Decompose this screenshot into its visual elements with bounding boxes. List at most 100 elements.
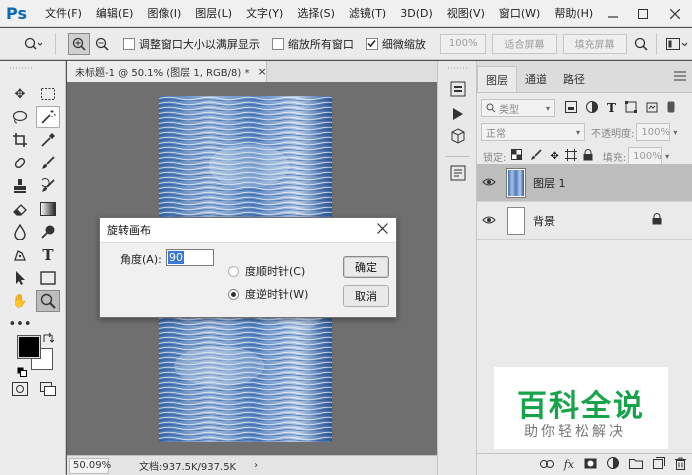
tab-paths[interactable]: 路径 [555,66,593,92]
lock-position-icon[interactable]: ✥ [550,151,558,162]
maximize-icon[interactable] [628,0,658,27]
filter-type-icon[interactable]: T [607,101,616,115]
scrubby-zoom-checkbox[interactable]: 细微缩放 [365,36,426,52]
opacity-field[interactable]: 100% [636,123,671,141]
default-colors-icon[interactable] [16,366,28,378]
filter-smart-object-icon[interactable] [646,101,658,116]
link-layers-icon[interactable] [539,458,554,471]
layer-row-layer1[interactable]: 图层 1 [477,164,692,202]
chevron-down-icon[interactable]: ▾ [673,128,677,137]
hand-tool-icon[interactable]: ✋ [8,290,32,312]
menu-filter[interactable]: 滤镜(T) [342,5,393,21]
filter-kind-dropdown[interactable]: 类型 ▾ [481,99,555,117]
ok-button[interactable]: 确定 [343,256,389,278]
clockwise-radio[interactable]: 度顺时针(C) [228,263,305,279]
menu-file[interactable]: 文件(F) [38,5,89,21]
panel-menu-icon[interactable] [674,71,686,84]
lock-artboard-icon[interactable] [564,148,577,164]
menu-layer[interactable]: 图层(L) [188,5,239,21]
menu-edit[interactable]: 编辑(E) [89,5,141,21]
rectangle-tool-icon[interactable] [36,267,60,289]
magic-wand-tool-icon[interactable] [36,106,60,128]
path-selection-tool-icon[interactable] [8,267,32,289]
angle-label: 角度(A): [120,253,162,266]
new-group-icon[interactable] [629,458,643,472]
menu-view[interactable]: 视图(V) [440,5,492,21]
tab-channels[interactable]: 通道 [517,66,555,92]
status-zoom-field[interactable]: 50.09% [69,457,111,474]
marquee-tool-icon[interactable] [36,83,60,105]
filter-shape-icon[interactable] [624,100,637,116]
layer-name[interactable]: 背景 [533,213,555,229]
menu-select[interactable]: 选择(S) [290,5,342,21]
healing-brush-tool-icon[interactable] [8,152,32,174]
workspace-switcher-icon[interactable] [663,33,692,55]
chevron-down-icon[interactable]: ▾ [665,152,669,161]
menu-help[interactable]: 帮助(H) [547,5,600,21]
lasso-tool-icon[interactable] [8,106,32,128]
fill-field[interactable]: 100% [628,147,663,165]
blur-tool-icon[interactable] [8,221,32,243]
resize-windows-checkbox[interactable]: 调整窗口大小以满屏显示 [122,36,260,52]
add-mask-icon[interactable] [584,458,597,472]
zoom-all-windows-checkbox[interactable]: 缩放所有窗口 [271,36,354,52]
new-layer-icon[interactable] [653,457,665,472]
menu-image[interactable]: 图像(I) [140,5,188,21]
lock-all-icon[interactable] [583,148,593,164]
document-tab[interactable]: 未标题-1 @ 50.1% (图层 1, RGB/8) * × [67,61,267,82]
foreground-color-swatch[interactable] [17,335,41,359]
actions-play-icon[interactable] [448,104,468,124]
clone-stamp-tool-icon[interactable] [8,175,32,197]
menu-3d[interactable]: 3D(D) [393,7,440,20]
menu-type[interactable]: 文字(Y) [239,5,290,21]
lock-transparent-icon[interactable] [511,149,523,163]
crop-tool-icon[interactable] [8,129,32,151]
properties-panel-icon[interactable] [448,163,468,183]
zoom-tool-preset-icon[interactable] [18,33,47,55]
pen-tool-icon[interactable] [8,244,32,266]
zoom-tool-icon[interactable] [36,290,60,312]
fill-screen-button[interactable]: 填充屏幕 [562,33,627,54]
search-icon[interactable] [631,33,652,55]
type-tool-icon[interactable]: T [36,244,60,266]
filter-toggle-icon[interactable] [667,101,675,116]
tab-layers[interactable]: 图层 [477,66,517,92]
zoom-in-icon[interactable] [68,32,90,55]
blend-mode-dropdown[interactable]: 正常 ▾ [481,123,585,141]
lock-pixels-icon[interactable] [530,148,542,164]
filter-adjustment-icon[interactable] [586,100,598,116]
counterclockwise-radio[interactable]: 度逆时针(W) [228,286,308,302]
angle-input[interactable]: 90 [166,249,214,266]
close-window-icon[interactable] [660,0,690,27]
brush-tool-icon[interactable] [36,152,60,174]
eye-icon[interactable] [477,176,501,190]
3d-panel-icon[interactable] [448,126,468,146]
minimize-icon[interactable] [598,0,628,27]
menu-window[interactable]: 窗口(W) [492,5,547,21]
dodge-tool-icon[interactable] [36,221,60,243]
zoom-out-icon[interactable] [92,33,113,55]
layer-row-background[interactable]: 背景 [477,202,692,240]
eye-icon[interactable] [477,214,501,228]
history-panel-icon[interactable] [448,79,468,99]
close-tab-icon[interactable]: × [257,65,266,78]
gradient-tool-icon[interactable] [36,198,60,220]
status-menu-arrow-icon[interactable]: › [254,460,258,471]
quick-mask-icon[interactable] [8,378,32,400]
more-tools-icon[interactable]: ••• [8,313,32,335]
history-brush-tool-icon[interactable] [36,175,60,197]
zoom-100-button[interactable]: 100% [439,33,487,54]
cancel-button[interactable]: 取消 [343,285,389,307]
move-tool-icon[interactable]: ✥ [8,83,32,105]
close-icon[interactable] [377,222,388,238]
delete-layer-icon[interactable] [675,457,686,473]
filter-pixel-icon[interactable] [565,100,577,116]
adjustment-layer-icon[interactable] [607,457,619,472]
fx-icon[interactable]: fx [564,458,574,471]
swap-colors-icon[interactable] [40,331,56,345]
screen-mode-icon[interactable] [36,378,60,400]
eyedropper-tool-icon[interactable] [36,129,60,151]
fit-screen-button[interactable]: 适合屏幕 [492,33,557,54]
layer-name[interactable]: 图层 1 [533,175,566,191]
eraser-tool-icon[interactable] [8,198,32,220]
